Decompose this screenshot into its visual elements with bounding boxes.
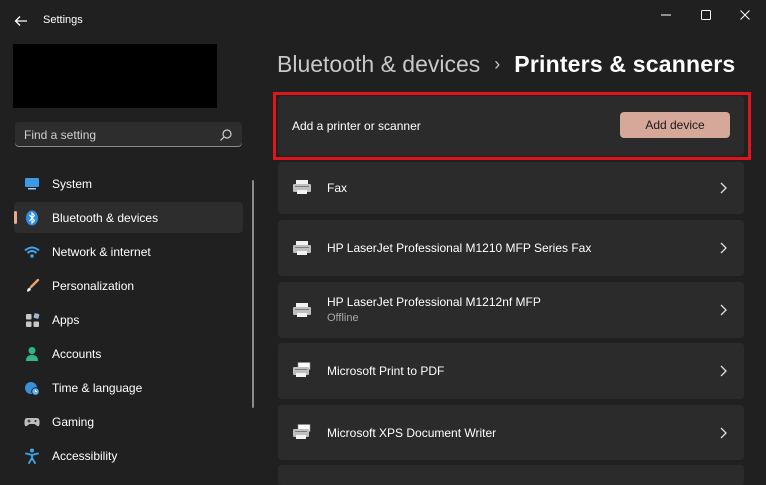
sidebar-item-label: Time & language	[52, 380, 143, 395]
device-status: Offline	[327, 312, 359, 324]
search-placeholder: Find a setting	[24, 128, 97, 142]
printer-icon	[293, 303, 311, 317]
device-name: Microsoft Print to PDF	[327, 364, 445, 378]
globe-clock-icon	[24, 380, 40, 396]
chevron-right-icon	[720, 304, 727, 316]
highlight-box	[273, 92, 751, 160]
sidebar-item-label: Bluetooth & devices	[52, 210, 159, 225]
sidebar-item-accessibility[interactable]: Accessibility	[14, 440, 243, 471]
close-button[interactable]	[730, 6, 760, 24]
sidebar-item-label: Network & internet	[52, 244, 151, 259]
apps-icon	[24, 312, 40, 328]
title-bar: Settings	[0, 0, 766, 40]
device-row-fax[interactable]: Fax	[278, 162, 744, 214]
bluetooth-icon	[24, 210, 40, 226]
sidebar-item-label: Accessibility	[52, 448, 118, 463]
sidebar-item-gaming[interactable]: Gaming	[14, 406, 243, 437]
device-row-hp-m1210-fax[interactable]: HP LaserJet Professional M1210 MFP Serie…	[278, 220, 744, 276]
back-button[interactable]	[10, 10, 32, 32]
virtual-printer-icon	[293, 424, 311, 439]
app-title: Settings	[43, 14, 83, 26]
device-name: Fax	[327, 181, 348, 195]
chevron-right-icon	[720, 242, 727, 254]
chevron-right-icon	[720, 427, 727, 439]
brush-icon	[24, 278, 40, 294]
sidebar-nav: System Bluetooth & devices Network & int…	[14, 168, 243, 474]
sidebar-item-personalization[interactable]: Personalization	[14, 270, 243, 301]
sidebar-item-apps[interactable]: Apps	[14, 304, 243, 335]
sidebar-item-label: Apps	[52, 312, 80, 327]
sidebar-item-bluetooth-devices[interactable]: Bluetooth & devices	[14, 202, 243, 233]
search-icon	[220, 129, 232, 141]
gamepad-icon	[24, 414, 40, 430]
breadcrumb-parent[interactable]: Bluetooth & devices	[277, 51, 480, 77]
page-title: Printers & scanners	[514, 51, 736, 77]
device-row-xps-writer[interactable]: Microsoft XPS Document Writer	[278, 405, 744, 460]
chevron-right-icon	[720, 365, 727, 377]
breadcrumb: Bluetooth & devices › Printers & scanners	[277, 51, 735, 78]
user-profile-redacted	[13, 44, 217, 108]
device-name: HP LaserJet Professional M1210 MFP Serie…	[327, 241, 592, 255]
search-input[interactable]: Find a setting	[15, 122, 242, 147]
sidebar-item-system[interactable]: System	[14, 168, 243, 199]
printer-icon	[293, 241, 311, 255]
sidebar-item-network-internet[interactable]: Network & internet	[14, 236, 243, 267]
maximize-button[interactable]	[691, 6, 721, 24]
sidebar-item-accounts[interactable]: Accounts	[14, 338, 243, 369]
breadcrumb-chevron-icon: ›	[494, 54, 501, 74]
accessibility-icon	[24, 448, 40, 464]
minimize-icon	[661, 14, 671, 16]
person-icon	[24, 346, 40, 362]
sidebar-item-label: Personalization	[52, 278, 135, 293]
sidebar-item-label: Gaming	[52, 414, 95, 429]
fax-icon	[293, 180, 311, 194]
back-arrow-icon	[14, 16, 27, 26]
close-icon	[740, 10, 750, 20]
device-row-hp-m1212nf[interactable]: HP LaserJet Professional M1212nf MFP Off…	[278, 282, 744, 338]
sidebar-scrollbar[interactable]	[252, 180, 254, 408]
sidebar-item-label: Accounts	[52, 346, 102, 361]
maximize-icon	[701, 10, 711, 20]
wifi-icon	[24, 244, 40, 260]
selection-indicator	[14, 211, 17, 224]
device-name: Microsoft XPS Document Writer	[327, 426, 497, 440]
monitor-icon	[24, 176, 40, 192]
chevron-right-icon	[720, 182, 727, 194]
virtual-printer-icon	[293, 362, 311, 377]
minimize-button[interactable]	[651, 6, 681, 24]
sidebar-item-time-language[interactable]: Time & language	[14, 372, 243, 403]
device-name: HP LaserJet Professional M1212nf MFP	[327, 295, 541, 309]
device-row-partial[interactable]	[278, 465, 744, 485]
sidebar-item-label: System	[52, 176, 93, 191]
device-row-print-to-pdf[interactable]: Microsoft Print to PDF	[278, 343, 744, 399]
